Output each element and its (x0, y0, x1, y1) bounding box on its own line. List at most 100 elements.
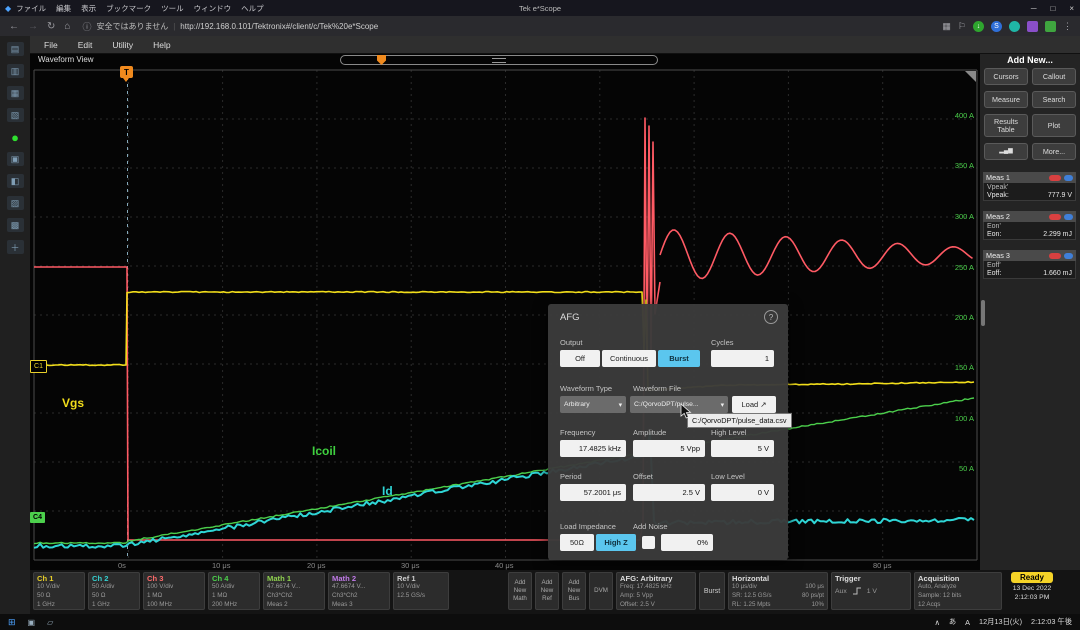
meas-3-badge[interactable]: Meas 3 Eoff' Eoff: 1.660 mJ (983, 250, 1076, 279)
offset-field[interactable]: 2.5 V (633, 484, 705, 501)
results-table-button[interactable]: Results Table (984, 114, 1028, 137)
back-icon[interactable]: ← (9, 21, 19, 32)
ime-kana-icon[interactable]: あ (949, 617, 956, 627)
sidebar-icon-10[interactable]: ＋ (7, 240, 24, 254)
extension-teal-icon[interactable] (1009, 21, 1020, 32)
amplitude-field[interactable]: 5 Vpp (633, 440, 705, 457)
impedance-50ohm-button[interactable]: 50Ω (560, 534, 594, 551)
ref1-badge[interactable]: Ref 1 10 V/div 12.5 GS/s (393, 572, 449, 610)
address-bar[interactable]: ⓘ 安全ではありません | http://192.168.0.101/Tektr… (82, 20, 378, 33)
tray-expand-icon[interactable]: ∧ (935, 618, 940, 627)
impedance-highz-button[interactable]: High Z (596, 534, 636, 551)
measure-button[interactable]: Measure (984, 91, 1028, 108)
ch1-ground-marker[interactable]: C1 (30, 360, 47, 373)
sidebar-icon-2[interactable]: ▥ (7, 64, 24, 78)
ime-mode-icon[interactable]: A (965, 618, 970, 627)
meas-1-badge[interactable]: Meas 1 Vpeak' Vpeak: 777.9 V (983, 172, 1076, 201)
forward-icon[interactable]: → (28, 21, 38, 32)
add-new-bus-button[interactable]: Add New Bus (562, 572, 586, 610)
sidebar-icon-5[interactable]: ● (7, 130, 24, 144)
noise-percent-field[interactable]: 0% (661, 534, 713, 551)
minimize-icon[interactable]: ─ (1031, 4, 1037, 13)
plot-button[interactable]: Plot (1032, 114, 1076, 137)
afg-burst-button[interactable]: Burst (699, 572, 725, 610)
extension-green-icon[interactable] (1045, 21, 1056, 32)
panel-scrollbar[interactable] (981, 300, 985, 326)
menu-window-jp[interactable]: ウィンドウ (194, 3, 232, 14)
menu-view-jp[interactable]: 表示 (81, 3, 96, 14)
load-button[interactable]: Load ↗ (732, 396, 776, 413)
cursors-button[interactable]: Cursors (984, 68, 1028, 85)
menu-file[interactable]: File (44, 40, 58, 50)
zoom-corner-handle[interactable] (965, 71, 976, 82)
trigger-flag[interactable]: T (120, 66, 133, 78)
url-text[interactable]: http://192.168.0.101/Tektronix#/client/c… (180, 22, 378, 31)
sidebar-icon-9[interactable]: ▩ (7, 218, 24, 232)
reload-icon[interactable]: ↻ (47, 21, 55, 32)
sidebar-icon-6[interactable]: ▣ (7, 152, 24, 166)
sidebar-icon-4[interactable]: ▧ (7, 108, 24, 122)
histogram-icon-button[interactable]: ▂▄▆ (984, 143, 1028, 160)
sidebar-icon-8[interactable]: ▨ (7, 196, 24, 210)
bookmark-flag-icon[interactable]: ⚐ (958, 21, 966, 32)
browser-menu-icon[interactable]: ⋮ (1063, 21, 1072, 32)
sidebar-icon-3[interactable]: ▦ (7, 86, 24, 100)
more-button[interactable]: More... (1032, 143, 1076, 160)
taskbar-app-icon[interactable]: ▣ (28, 618, 36, 627)
waveform-type-dropdown[interactable]: Arbitrary ▾ (560, 396, 626, 413)
menu-tools-jp[interactable]: ツール (161, 3, 184, 14)
period-field[interactable]: 57.2001 μs (560, 484, 626, 501)
taskbar-folder-icon[interactable]: ▱ (47, 618, 53, 627)
menu-help-jp[interactable]: ヘルプ (241, 3, 264, 14)
apps-grid-icon[interactable]: ▦ (942, 21, 951, 32)
add-new-math-button[interactable]: Add New Math (508, 572, 532, 610)
taskbar-date[interactable]: 12月13日(火) (979, 617, 1022, 627)
callout-button[interactable]: Callout (1032, 68, 1076, 85)
help-icon[interactable]: ? (764, 310, 778, 324)
ch1-badge[interactable]: Ch 1 10 V/div 50 Ω 1 GHz (33, 572, 85, 610)
add-new-ref-button[interactable]: Add New Ref (535, 572, 559, 610)
home-icon[interactable]: ⌂ (64, 21, 70, 32)
waveform-file-dropdown[interactable]: C:/QorvoDPT/pulse... ▾ (630, 396, 728, 413)
menu-help[interactable]: Help (153, 40, 170, 50)
menu-bookmarks-jp[interactable]: ブックマーク (106, 3, 151, 14)
horizontal-minimap[interactable] (340, 55, 658, 65)
add-noise-checkbox[interactable] (642, 536, 655, 549)
frequency-field[interactable]: 17.4825 kHz (560, 440, 626, 457)
ch4-badge[interactable]: Ch 4 50 A/div 1 MΩ 200 MHz (208, 572, 260, 610)
menu-file-jp[interactable]: ファイル (16, 3, 46, 14)
ch4-ground-marker[interactable]: C4 (30, 512, 45, 523)
dvm-button[interactable]: DVM (589, 572, 613, 610)
close-icon[interactable]: × (1069, 4, 1074, 13)
output-burst-button[interactable]: Burst (658, 350, 700, 367)
low-level-field[interactable]: 0 V (711, 484, 774, 501)
menu-edit[interactable]: Edit (78, 40, 93, 50)
ch3-badge[interactable]: Ch 3 100 V/div 1 MΩ 100 MHz (143, 572, 205, 610)
afg-dialog[interactable]: AFG ? Output Cycles Off Continuous Burst… (548, 304, 788, 560)
maximize-icon[interactable]: □ (1050, 4, 1055, 13)
download-icon[interactable]: ↓ (973, 21, 984, 32)
horizontal-badge[interactable]: Horizontal 10 μs/div 100 μs SR: 12.5 GS/… (728, 572, 828, 610)
site-info-icon[interactable]: ⓘ (82, 20, 91, 33)
minimap-grip[interactable] (492, 58, 506, 63)
start-button[interactable]: ⊞ (8, 617, 16, 628)
sidebar-icon-7[interactable]: ◧ (7, 174, 24, 188)
minimap-trigger-marker[interactable] (377, 55, 386, 65)
sidebar-icon-1[interactable]: ▤ (7, 42, 24, 56)
search-button[interactable]: Search (1032, 91, 1076, 108)
account-icon[interactable]: S (991, 21, 1002, 32)
menu-utility[interactable]: Utility (112, 40, 133, 50)
ch2-badge[interactable]: Ch 2 50 A/div 50 Ω 1 GHz (88, 572, 140, 610)
output-continuous-button[interactable]: Continuous (602, 350, 656, 367)
extension-purple-icon[interactable] (1027, 21, 1038, 32)
acquisition-badge[interactable]: Acquisition Auto, Analyze Sample: 12 bit… (914, 572, 1002, 610)
taskbar-time[interactable]: 2:12:03 午後 (1031, 617, 1072, 627)
high-level-field[interactable]: 5 V (711, 440, 774, 457)
menu-edit-jp[interactable]: 編集 (56, 3, 71, 14)
output-off-button[interactable]: Off (560, 350, 600, 367)
waveform-display[interactable]: Waveform View T Vgs Icoil Id C1 C4 0s10 … (30, 54, 980, 570)
math1-badge[interactable]: Math 1 47.6674 V... Ch3*Ch2 Meas 2 (263, 572, 325, 610)
meas-2-badge[interactable]: Meas 2 Eon' Eon: 2.299 mJ (983, 211, 1076, 240)
afg-badge[interactable]: AFG: Arbitrary Freq: 17.4825 kHz Amp: 5 … (616, 572, 696, 610)
trigger-badge[interactable]: Trigger Aux 1 V (831, 572, 911, 610)
